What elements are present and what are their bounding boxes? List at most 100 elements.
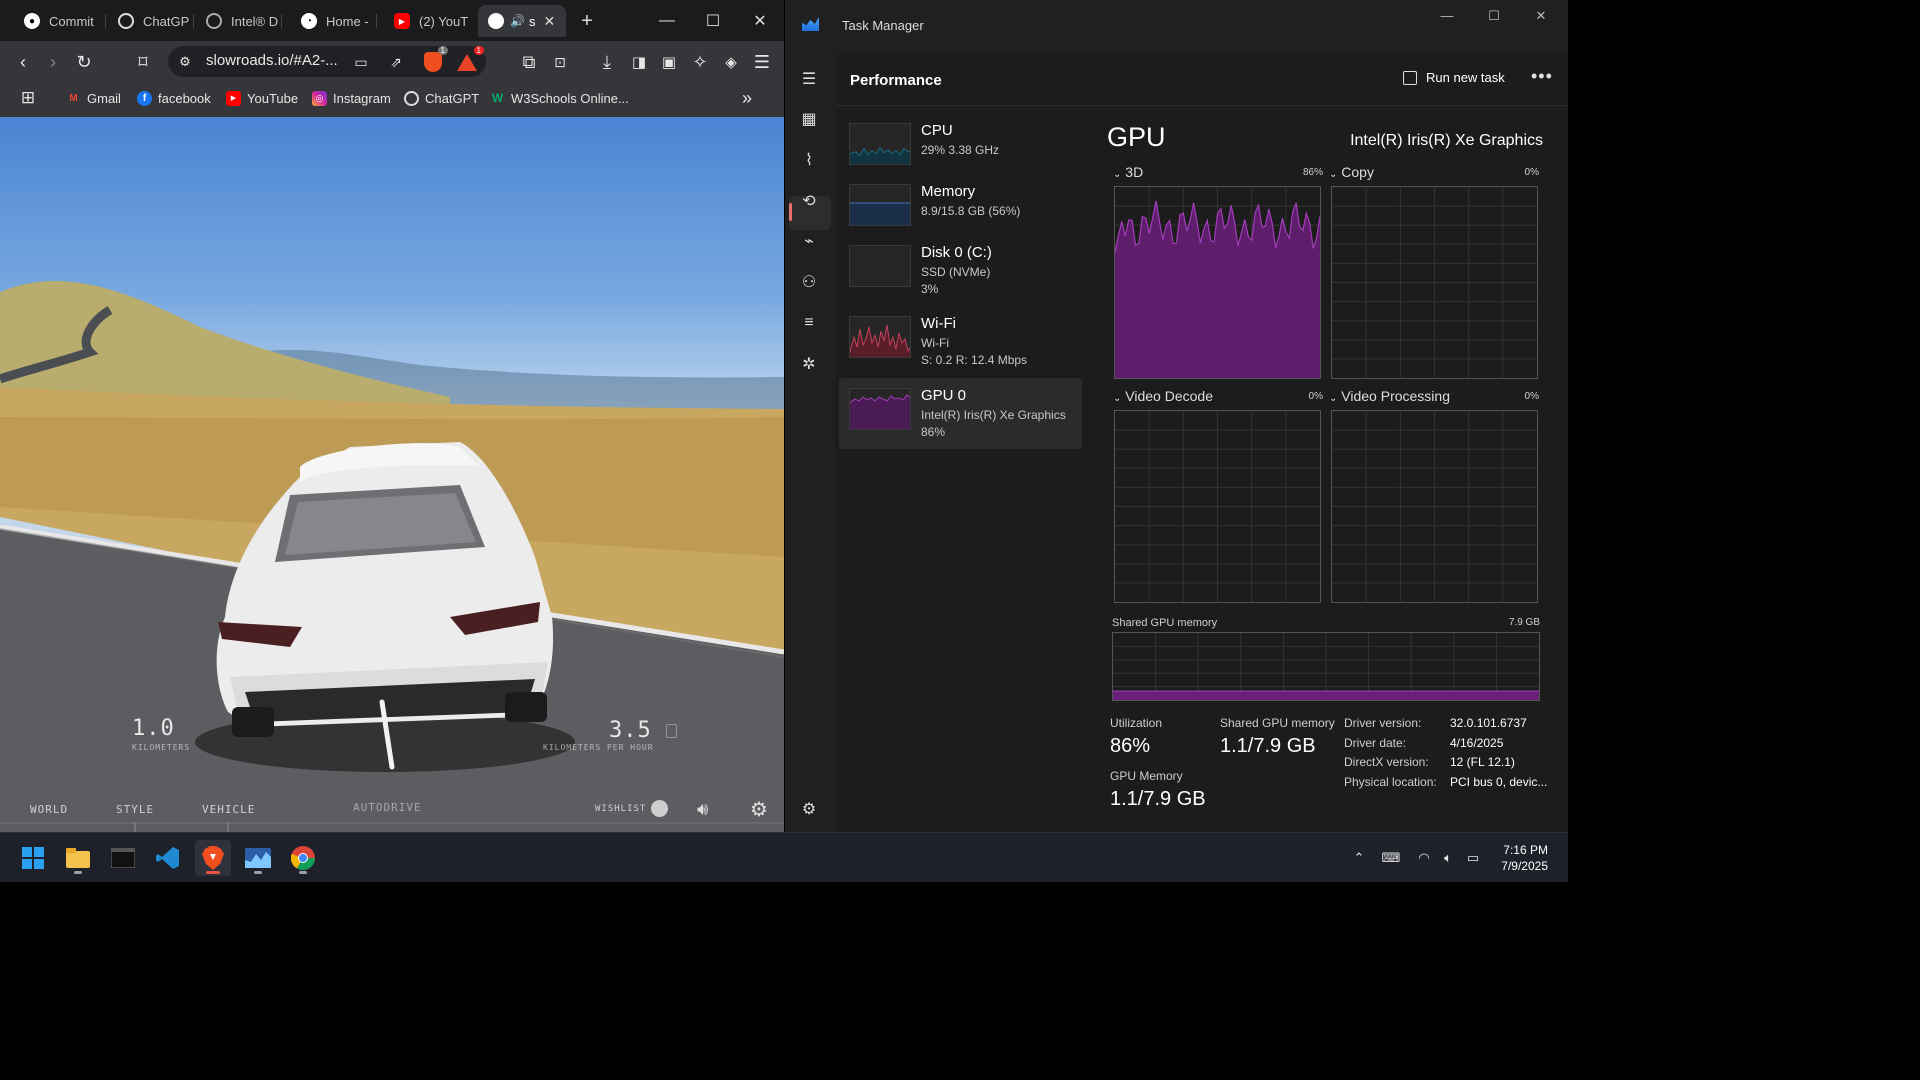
taskbar-terminal[interactable] bbox=[105, 840, 141, 876]
start-button[interactable] bbox=[15, 840, 51, 876]
resource-detail: 86% bbox=[921, 425, 946, 439]
gpu-3d-area bbox=[1115, 200, 1320, 378]
close-tab-icon[interactable]: ✕ bbox=[543, 13, 555, 30]
settings-gear-icon[interactable]: ⚙ bbox=[750, 797, 768, 822]
bookmark-youtube[interactable]: ▶ YouTube bbox=[226, 89, 298, 107]
extensions-icon[interactable]: ⧉ bbox=[516, 49, 542, 75]
shared-memory-max: 7.9 GB bbox=[1508, 617, 1540, 628]
performance-icon[interactable]: ⌇ bbox=[797, 148, 821, 172]
show-hidden-icons-chevron[interactable]: ⌃ bbox=[1350, 850, 1368, 866]
services-icon[interactable]: ✲ bbox=[797, 352, 821, 376]
system-clock[interactable]: 7:16 PM 7/9/2025 bbox=[1501, 842, 1548, 874]
site-settings-icon[interactable]: ⚙ bbox=[172, 49, 198, 75]
menu-icon[interactable]: ☰ bbox=[749, 49, 775, 75]
wallet-icon[interactable]: ▣ bbox=[656, 49, 682, 75]
resource-gpu[interactable]: GPU 0 Intel(R) Iris(R) Xe Graphics 86% bbox=[839, 378, 1082, 449]
speed-unit: KILOMETERS PER HOUR bbox=[543, 743, 654, 752]
tab-home[interactable]: ◔ Home - bbox=[283, 5, 377, 37]
battery-icon[interactable]: ▭ bbox=[1464, 850, 1482, 866]
engine-video-processing-label[interactable]: ⌄ Video Processing bbox=[1329, 388, 1450, 404]
tab-label: Intel® D bbox=[231, 13, 279, 29]
details-icon[interactable]: ≡ bbox=[797, 311, 821, 335]
new-tab-button[interactable]: + bbox=[574, 8, 600, 34]
tab-label: Commit bbox=[49, 13, 94, 29]
startup-apps-icon[interactable]: ⌁ bbox=[797, 229, 821, 253]
resource-detail: Wi-Fi bbox=[921, 336, 949, 350]
sidebar-icon[interactable]: ◨ bbox=[626, 49, 652, 75]
tm-titlebar: Task Manager — ☐ ✕ bbox=[785, 0, 1568, 52]
wishlist-button[interactable]: WISHLIST bbox=[595, 804, 646, 814]
settings-icon[interactable]: ⚙ bbox=[797, 797, 821, 821]
keyboard-icon[interactable]: ⌨ bbox=[1382, 850, 1401, 866]
app-history-icon[interactable]: ⟲ bbox=[797, 189, 821, 213]
back-button[interactable]: ‹ bbox=[10, 49, 36, 75]
leo-ai-icon[interactable]: ✧ bbox=[687, 49, 713, 75]
tm-minimize-button[interactable]: — bbox=[1435, 8, 1459, 28]
brave-shields-icon[interactable]: 1 bbox=[420, 46, 448, 75]
engine-copy-label[interactable]: ⌄ Copy bbox=[1329, 164, 1374, 180]
bookmark-w3schools[interactable]: W W3Schools Online... bbox=[490, 89, 629, 107]
engine-label: Video Processing bbox=[1341, 388, 1450, 404]
apps-grid-icon[interactable]: ⊞ bbox=[15, 85, 41, 111]
maximize-button[interactable]: ☐ bbox=[700, 8, 726, 34]
steam-icon[interactable] bbox=[651, 800, 668, 817]
processes-icon[interactable]: ▦ bbox=[797, 107, 821, 131]
resource-cpu[interactable]: CPU 29% 3.38 GHz bbox=[839, 117, 1082, 187]
tab-github-commit[interactable]: ● Commit bbox=[6, 5, 106, 37]
bookmark-instagram[interactable]: ◎ Instagram bbox=[312, 89, 391, 107]
menu-world[interactable]: WORLD bbox=[30, 803, 68, 816]
menu-vehicle[interactable]: VEHICLE bbox=[202, 803, 255, 816]
minimize-button[interactable]: — bbox=[654, 8, 680, 34]
tab-slowroads[interactable]: 🔊 s ✕ bbox=[478, 5, 566, 37]
brave-icon bbox=[202, 846, 224, 870]
disk-thumbnail bbox=[849, 245, 911, 287]
bookmark-label: YouTube bbox=[247, 90, 299, 106]
bookmark-gmail[interactable]: M Gmail bbox=[66, 89, 121, 107]
taskbar-brave[interactable] bbox=[195, 840, 231, 876]
engine-3d-label[interactable]: ⌄ 3D bbox=[1113, 164, 1143, 180]
hamburger-menu-icon[interactable]: ☰ bbox=[797, 67, 821, 91]
vscode-icon bbox=[156, 847, 179, 869]
more-bookmarks-icon[interactable]: » bbox=[734, 85, 760, 111]
engine-video-decode-label[interactable]: ⌄ Video Decode bbox=[1113, 388, 1213, 404]
taskbar-chrome[interactable] bbox=[285, 840, 321, 876]
tab-chatgpt[interactable]: ChatGP bbox=[100, 5, 194, 37]
bookmark-chatgpt[interactable]: ChatGPT bbox=[404, 89, 479, 107]
brave-rewards-icon[interactable]: 1 bbox=[454, 46, 484, 75]
download-icon[interactable]: ⤓ bbox=[594, 49, 620, 75]
more-options-icon[interactable]: ••• bbox=[1531, 66, 1553, 87]
bookmark-icon[interactable]: ⌑ bbox=[130, 49, 156, 75]
tab-strip: ● Commit ChatGP Intel® D ◔ Home - ▶ (2) … bbox=[0, 0, 784, 41]
close-window-button[interactable]: ✕ bbox=[747, 8, 773, 34]
forward-button[interactable]: › bbox=[40, 49, 66, 75]
resource-memory[interactable]: Memory 8.9/15.8 GB (56%) bbox=[839, 178, 1082, 248]
users-icon[interactable]: ⚇ bbox=[797, 270, 821, 294]
taskbar-file-explorer[interactable] bbox=[60, 840, 96, 876]
gpu-thumbnail bbox=[849, 388, 911, 430]
wifi-icon[interactable]: ◠ bbox=[1415, 850, 1433, 866]
tab-intel[interactable]: Intel® D bbox=[188, 5, 282, 37]
menu-style[interactable]: STYLE bbox=[116, 803, 154, 816]
volume-icon[interactable]: 🔊︎ bbox=[697, 799, 708, 820]
vpn-icon[interactable]: ◈ bbox=[718, 49, 744, 75]
reload-button[interactable]: ↻ bbox=[71, 49, 97, 75]
autodrive-button[interactable]: AUTODRIVE bbox=[353, 801, 422, 814]
tm-maximize-button[interactable]: ☐ bbox=[1482, 8, 1506, 28]
tm-close-button[interactable]: ✕ bbox=[1529, 8, 1553, 28]
bookmark-facebook[interactable]: f facebook bbox=[137, 89, 211, 107]
volume-icon[interactable]: 🔈︎ bbox=[1439, 850, 1457, 866]
resource-disk[interactable]: Disk 0 (C:) SSD (NVMe) 3% bbox=[839, 239, 1082, 309]
taskbar-vscode[interactable] bbox=[150, 840, 186, 876]
tab-youtube[interactable]: ▶ (2) YouT bbox=[376, 5, 470, 37]
resource-wifi[interactable]: Wi-Fi Wi-Fi S: 0.2 R: 12.4 Mbps bbox=[839, 310, 1082, 380]
run-new-task-button[interactable]: Run new task bbox=[1403, 70, 1505, 85]
shared-memory-graph bbox=[1112, 632, 1540, 701]
chevron-down-icon: ⌄ bbox=[1113, 169, 1122, 180]
physical-location-label: Physical location: bbox=[1344, 775, 1437, 789]
cruise-lock-icon[interactable] bbox=[666, 724, 677, 738]
screenshot-icon[interactable]: ⊡ bbox=[547, 49, 573, 75]
taskbar-task-manager[interactable] bbox=[240, 840, 276, 876]
share-icon[interactable]: ⇗ bbox=[383, 49, 409, 75]
cast-icon[interactable]: ▭ bbox=[348, 49, 374, 75]
resource-detail: S: 0.2 R: 12.4 Mbps bbox=[921, 353, 1028, 367]
